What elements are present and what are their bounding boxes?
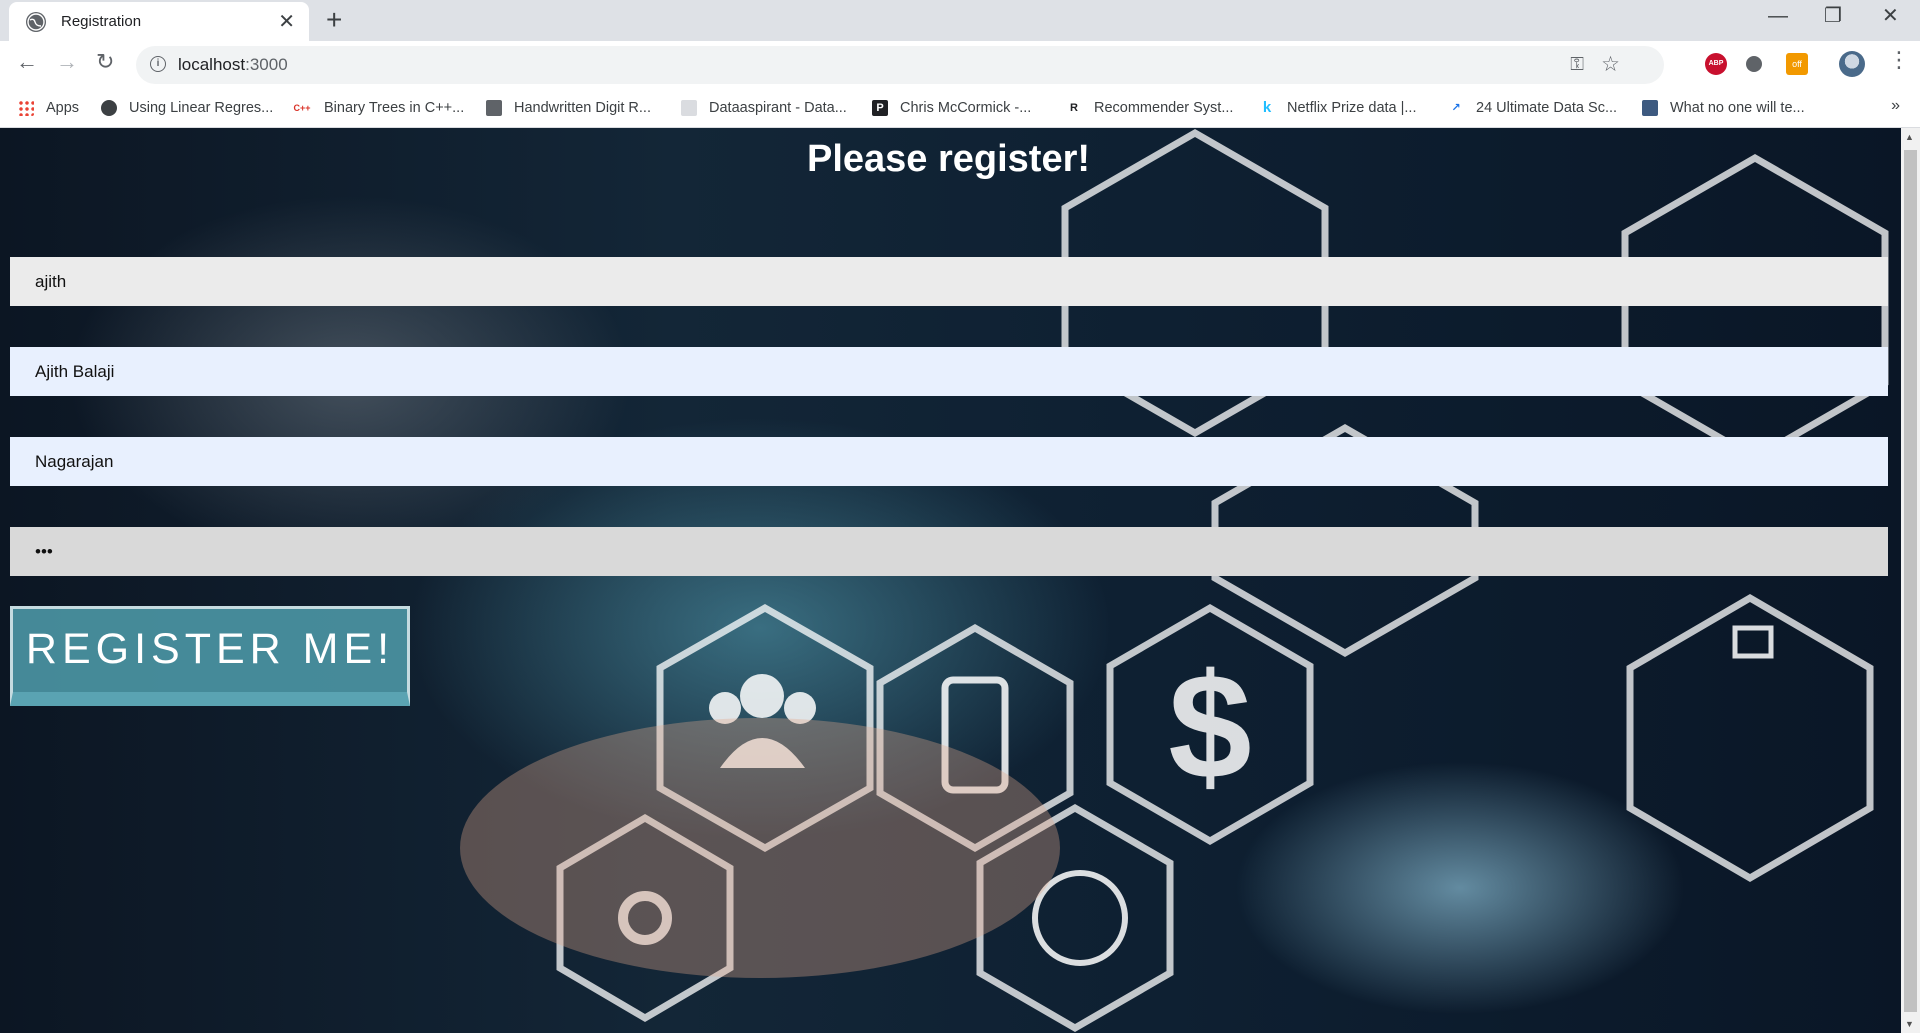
reload-icon[interactable]: ↻ [96, 51, 114, 73]
bookmark-item[interactable]: k Netflix Prize data |... [1259, 97, 1417, 119]
bookmark-apps[interactable]: Apps [18, 97, 79, 119]
info-icon[interactable]: i [150, 56, 166, 72]
scroll-up-icon[interactable]: ▲ [1905, 132, 1914, 142]
globe-icon [26, 11, 46, 32]
apps-grid-icon [18, 100, 34, 116]
bookmark-label: Chris McCormick -... [900, 100, 1032, 116]
register-button[interactable]: REGISTER ME! [10, 606, 410, 706]
cpp-icon: C++ [293, 103, 311, 113]
chart-icon: ↗ [1451, 102, 1461, 114]
bookmark-item[interactable]: R Recommender Syst... [1066, 97, 1233, 119]
first-name-input[interactable] [10, 347, 1888, 396]
site-icon [101, 100, 117, 116]
scrollbar-thumb[interactable] [1904, 150, 1917, 1012]
site-icon [486, 100, 502, 116]
bookmark-label: What no one will te... [1670, 100, 1805, 116]
registration-page: $ Please register! REGISTER ME! [0, 128, 1920, 1033]
back-icon[interactable]: ← [16, 51, 38, 73]
tab-strip: Registration ✕ + — ❐ ✕ [0, 0, 1920, 41]
bookmark-label: Netflix Prize data |... [1287, 100, 1417, 116]
browser-tab[interactable]: Registration ✕ [9, 2, 309, 41]
close-tab-icon[interactable]: ✕ [278, 12, 295, 32]
bookmark-label: Dataaspirant - Data... [709, 100, 847, 116]
key-icon[interactable]: ⚿ [1570, 54, 1584, 75]
r-icon: R [1070, 102, 1078, 114]
url-text: localhost:3000 [178, 55, 288, 75]
profile-avatar[interactable] [1839, 51, 1865, 77]
tab-title: Registration [61, 13, 142, 30]
browser-toolbar: ← → ↻ i localhost:3000 ⚿ ☆ ABP off ⋮ [0, 41, 1920, 89]
bookmark-label: Apps [46, 100, 80, 116]
bookmarks-bar: Apps Using Linear Regres... C++ Binary T… [0, 89, 1920, 128]
address-bar[interactable]: i localhost:3000 ⚿ ☆ [136, 46, 1664, 84]
bookmark-label: Recommender Syst... [1094, 100, 1234, 116]
bookmark-label: Binary Trees in C++... [324, 100, 465, 116]
bookmark-label: Handwritten Digit R... [514, 100, 651, 116]
extension-off-icon[interactable]: off [1786, 53, 1808, 75]
site-icon [681, 100, 697, 116]
minimize-icon[interactable]: — [1768, 6, 1788, 26]
bookmark-item[interactable]: What no one will te... [1642, 97, 1805, 119]
forward-icon[interactable]: → [56, 51, 78, 73]
bookmark-star-icon[interactable]: ☆ [1601, 52, 1620, 77]
page-title: Please register! [806, 138, 1091, 180]
bookmark-item[interactable]: ↗ 24 Ultimate Data Sc... [1448, 97, 1617, 119]
more-bookmarks-icon[interactable]: » [1891, 97, 1900, 115]
bookmark-label: 24 Ultimate Data Sc... [1476, 100, 1618, 116]
browser-menu-icon[interactable]: ⋮ [1888, 49, 1910, 71]
bookmark-item[interactable]: Handwritten Digit R... [486, 97, 651, 119]
url-host: localhost [178, 55, 246, 74]
extension-circle-icon[interactable] [1746, 56, 1762, 72]
site-icon [1642, 100, 1658, 116]
bookmark-item[interactable]: Dataaspirant - Data... [681, 97, 847, 119]
bookmark-label: Using Linear Regres... [129, 100, 274, 116]
adblock-icon[interactable]: ABP [1705, 53, 1727, 75]
k-icon: k [1262, 99, 1272, 116]
bookmark-item[interactable]: Using Linear Regres... [101, 97, 273, 119]
username-input[interactable] [10, 257, 1888, 306]
bookmark-item[interactable]: C++ Binary Trees in C++... [292, 97, 464, 119]
last-name-input[interactable] [10, 437, 1888, 486]
url-port: :3000 [245, 55, 288, 74]
restore-icon[interactable]: ❐ [1824, 6, 1842, 26]
p-icon: P [872, 100, 888, 116]
password-input[interactable] [10, 527, 1888, 576]
scroll-down-icon[interactable]: ▼ [1905, 1019, 1914, 1029]
bookmark-item[interactable]: P Chris McCormick -... [872, 97, 1031, 119]
close-window-icon[interactable]: ✕ [1882, 6, 1899, 26]
page-scrollbar[interactable]: ▲ ▼ [1901, 128, 1920, 1033]
new-tab-icon[interactable]: + [326, 6, 342, 34]
svg-text:$: $ [1168, 642, 1251, 810]
